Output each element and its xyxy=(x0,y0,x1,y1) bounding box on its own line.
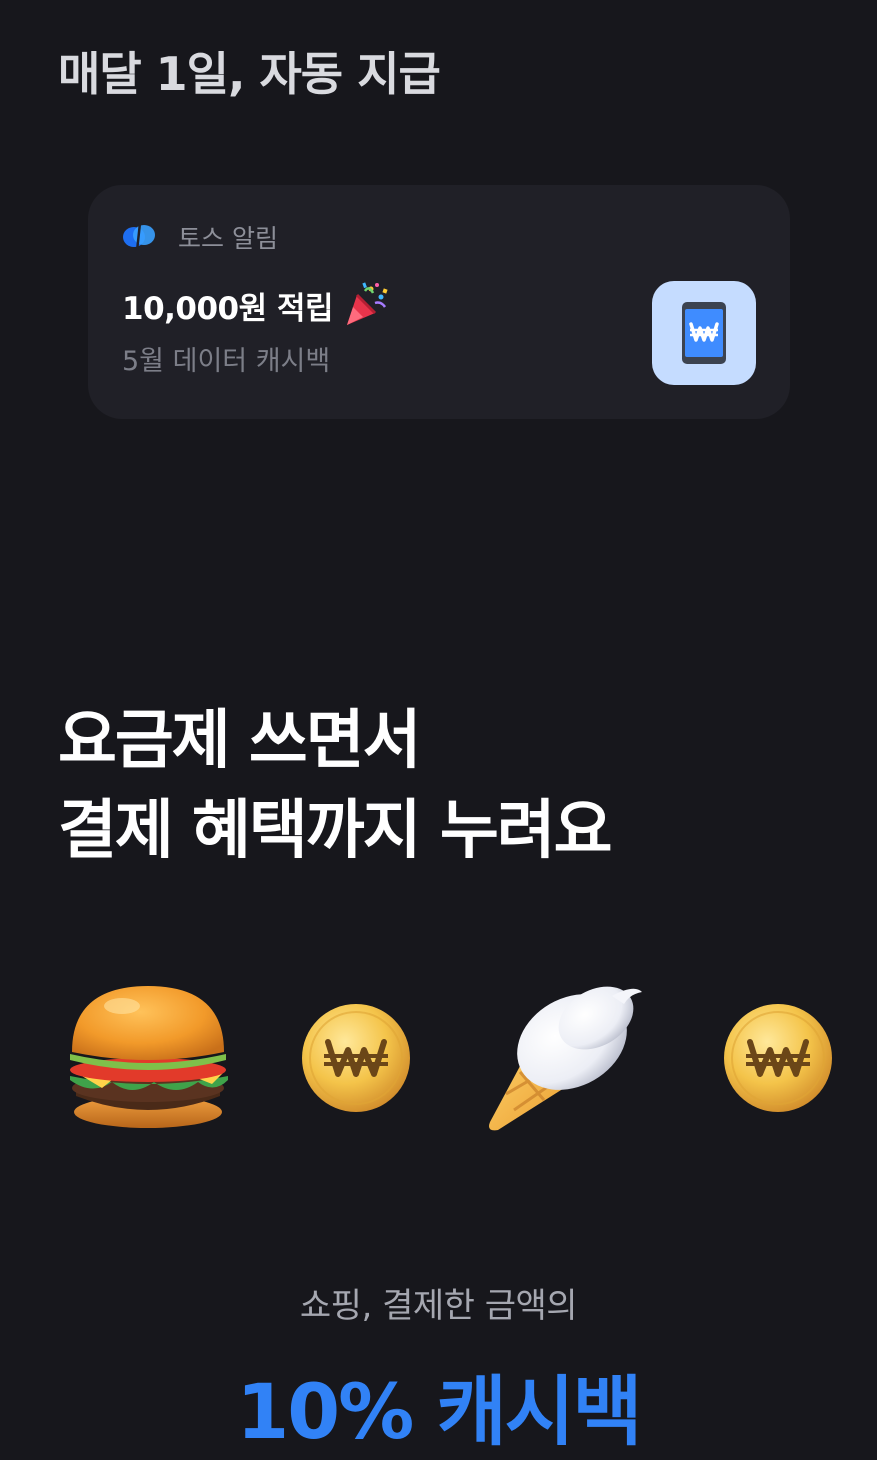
toss-logo-icon xyxy=(123,222,155,252)
notification-app-name: 토스 알림 xyxy=(178,224,278,253)
page-title: 매달 1일, 자동 지급 xyxy=(58,47,441,101)
notification-title-row: 10,000원 적립 xyxy=(122,281,389,329)
benefit-highlight: 10% 캐시백 xyxy=(236,1367,642,1456)
ice-cream-icon xyxy=(489,986,642,1131)
benefit-subtitle: 쇼핑, 결제한 금액의 xyxy=(299,1286,578,1326)
notification-title: 10,000원 적립 xyxy=(122,290,333,327)
notification-thumbnail xyxy=(652,281,756,385)
headline-line-1: 요금제 쓰면서 xyxy=(58,704,422,778)
notification-subtitle: 5월 데이터 캐시백 xyxy=(122,346,331,377)
notification-app-row: 토스 알림 xyxy=(122,219,278,255)
party-popper-icon xyxy=(346,282,388,325)
notification-card[interactable]: 토스 알림 10,000원 적립 5월 데이터 캐시백 xyxy=(88,185,790,419)
won-phone-icon xyxy=(682,302,726,364)
emoji-row xyxy=(0,970,877,1150)
hamburger-icon xyxy=(70,986,228,1128)
headline: 요금제 쓰면서 결제 혜택까지 누려요 xyxy=(58,696,612,876)
won-coin-icon xyxy=(724,1004,832,1112)
headline-line-2: 결제 혜택까지 누려요 xyxy=(58,794,612,868)
won-coin-icon xyxy=(302,1004,410,1112)
